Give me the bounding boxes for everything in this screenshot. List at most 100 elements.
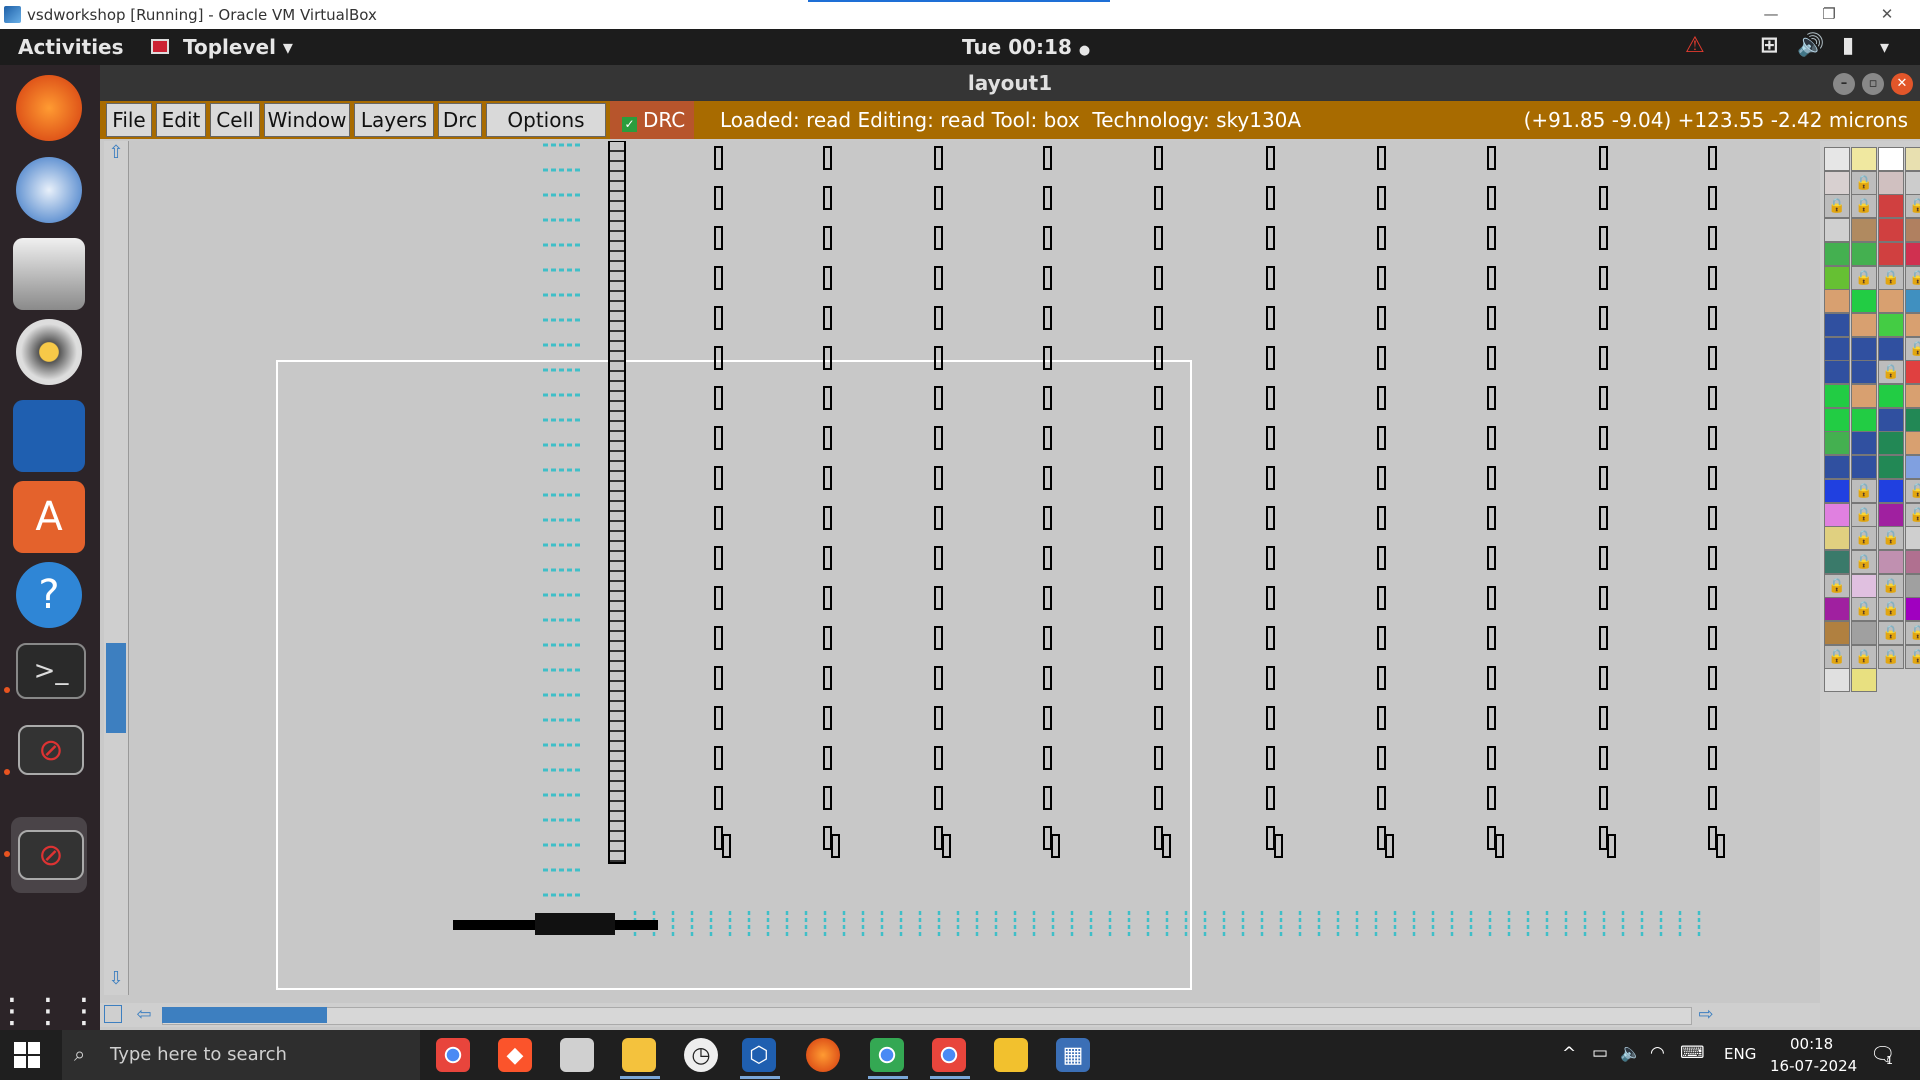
- layer-swatch[interactable]: [1905, 360, 1920, 385]
- layer-swatch[interactable]: [1824, 289, 1850, 314]
- maximize-icon[interactable]: ▫: [1862, 73, 1884, 95]
- keyboard-icon[interactable]: ⌨: [1680, 1043, 1705, 1063]
- menu-drc[interactable]: Drc: [438, 103, 482, 137]
- layer-swatch[interactable]: [1851, 360, 1877, 385]
- layer-swatch[interactable]: [1824, 265, 1850, 290]
- horizontal-scroll-thumb[interactable]: [162, 1007, 327, 1023]
- locked-layer-icon[interactable]: 🔒: [1851, 478, 1877, 503]
- locked-layer-icon[interactable]: 🔒: [1905, 621, 1920, 645]
- layout-canvas[interactable]: [130, 140, 1820, 1003]
- zoom-box-icon[interactable]: [104, 1005, 122, 1023]
- layer-swatch[interactable]: [1824, 360, 1850, 385]
- layer-swatch[interactable]: [1905, 407, 1920, 432]
- locked-layer-icon[interactable]: 🔒: [1905, 644, 1920, 669]
- layer-swatch[interactable]: [1878, 502, 1904, 527]
- host-close-button[interactable]: ✕: [1872, 3, 1902, 25]
- layer-swatch[interactable]: [1905, 241, 1920, 266]
- layer-swatch[interactable]: [1824, 384, 1850, 408]
- locked-layer-icon[interactable]: 🔒: [1824, 194, 1850, 219]
- menu-layers[interactable]: Layers: [354, 103, 434, 137]
- virtualbox-icon[interactable]: ⬡: [742, 1038, 776, 1072]
- chrome-profile-icon[interactable]: [870, 1038, 904, 1072]
- layer-swatch[interactable]: [1824, 336, 1850, 361]
- software-center-icon[interactable]: A: [13, 481, 85, 553]
- taskbar-time[interactable]: 00:18: [1790, 1035, 1833, 1053]
- activities-button[interactable]: Activities: [18, 35, 124, 59]
- host-minimize-button[interactable]: —: [1756, 3, 1786, 25]
- layer-swatch[interactable]: [1905, 312, 1920, 337]
- layer-swatch[interactable]: [1824, 549, 1850, 574]
- layer-swatch[interactable]: [1851, 407, 1877, 432]
- scroll-left-arrow-icon[interactable]: ⇦: [134, 1005, 154, 1025]
- locked-layer-icon[interactable]: 🔒: [1824, 573, 1850, 598]
- layer-swatch[interactable]: [1851, 621, 1877, 645]
- layer-swatch[interactable]: [1851, 668, 1877, 693]
- locked-layer-icon[interactable]: 🔒: [1851, 526, 1877, 551]
- volume-icon[interactable]: 🔊: [1797, 33, 1824, 58]
- layer-swatch[interactable]: [1824, 147, 1850, 171]
- layer-swatch[interactable]: [1878, 549, 1904, 574]
- layer-swatch[interactable]: [1905, 384, 1920, 408]
- locked-layer-icon[interactable]: 🔒: [1824, 644, 1850, 669]
- layer-swatch[interactable]: [1878, 312, 1904, 337]
- thunderbird-icon[interactable]: [16, 157, 82, 223]
- layer-swatch[interactable]: [1824, 241, 1850, 266]
- locked-layer-icon[interactable]: 🔒: [1878, 573, 1904, 598]
- layer-swatch[interactable]: [1824, 478, 1850, 503]
- locked-layer-icon[interactable]: 🔒: [1851, 170, 1877, 195]
- layer-swatch[interactable]: [1878, 336, 1904, 361]
- layer-swatch[interactable]: [1878, 431, 1904, 456]
- speaker-icon[interactable]: 🔈: [1620, 1043, 1641, 1063]
- warning-icon[interactable]: ⚠: [1685, 33, 1705, 58]
- scroll-down-arrow-icon[interactable]: ⇩: [106, 969, 126, 989]
- horizontal-scroll-track[interactable]: [162, 1007, 1692, 1025]
- layer-swatch[interactable]: [1905, 573, 1920, 598]
- locked-layer-icon[interactable]: 🔒: [1878, 526, 1904, 551]
- layer-swatch[interactable]: [1878, 194, 1904, 219]
- minimize-icon[interactable]: –: [1833, 73, 1855, 95]
- battery-icon[interactable]: ▭: [1592, 1043, 1608, 1063]
- layer-swatch[interactable]: [1905, 170, 1920, 195]
- layer-swatch[interactable]: [1878, 478, 1904, 503]
- locked-layer-icon[interactable]: 🔒: [1878, 360, 1904, 385]
- layer-swatch[interactable]: [1851, 147, 1877, 171]
- terminal-icon[interactable]: >_: [16, 643, 86, 699]
- layer-swatch[interactable]: [1878, 289, 1904, 314]
- locked-layer-icon[interactable]: 🔒: [1878, 265, 1904, 290]
- clock-app-icon[interactable]: ◷: [684, 1038, 718, 1072]
- layer-swatch[interactable]: [1878, 170, 1904, 195]
- vertical-scroll-thumb[interactable]: [106, 643, 126, 733]
- layer-swatch[interactable]: [1824, 526, 1850, 551]
- drc-toggle[interactable]: ✓ DRC: [610, 101, 694, 139]
- horizontal-scrollbar[interactable]: ⇦ ⇨: [100, 1003, 1820, 1027]
- layout-drawing[interactable]: [130, 140, 1820, 1003]
- layer-swatch[interactable]: [1824, 597, 1850, 622]
- x-app-icon[interactable]: ⊘: [18, 725, 84, 775]
- layer-swatch[interactable]: [1878, 147, 1904, 171]
- locked-layer-icon[interactable]: 🔒: [1851, 549, 1877, 574]
- chrome-icon[interactable]: [436, 1038, 470, 1072]
- layer-swatch[interactable]: [1905, 147, 1920, 171]
- help-icon[interactable]: ?: [16, 562, 82, 628]
- windows-start-icon[interactable]: [14, 1042, 40, 1068]
- layer-swatch[interactable]: [1824, 668, 1850, 693]
- layer-swatch[interactable]: [1824, 170, 1850, 195]
- layer-swatch[interactable]: [1878, 241, 1904, 266]
- layer-swatch[interactable]: [1905, 218, 1920, 243]
- system-menu-arrow-icon[interactable]: ▾: [1880, 37, 1889, 58]
- file-explorer-icon[interactable]: [622, 1038, 656, 1072]
- locked-layer-icon[interactable]: 🔒: [1905, 265, 1920, 290]
- layer-swatch[interactable]: [1824, 407, 1850, 432]
- show-hidden-icons-icon[interactable]: ^: [1562, 1044, 1576, 1064]
- locked-layer-icon[interactable]: 🔒: [1878, 597, 1904, 622]
- host-restore-button[interactable]: ❐: [1814, 3, 1844, 25]
- layer-swatch[interactable]: [1905, 431, 1920, 456]
- chrome-profile2-icon[interactable]: [932, 1038, 966, 1072]
- layer-swatch[interactable]: [1851, 218, 1877, 243]
- calculator-icon[interactable]: ▦: [1056, 1038, 1090, 1072]
- locked-layer-icon[interactable]: 🔒: [1851, 194, 1877, 219]
- layer-swatch[interactable]: [1905, 597, 1920, 622]
- scroll-up-arrow-icon[interactable]: ⇧: [106, 143, 126, 163]
- files-icon[interactable]: [13, 238, 85, 310]
- menu-window[interactable]: Window: [264, 103, 350, 137]
